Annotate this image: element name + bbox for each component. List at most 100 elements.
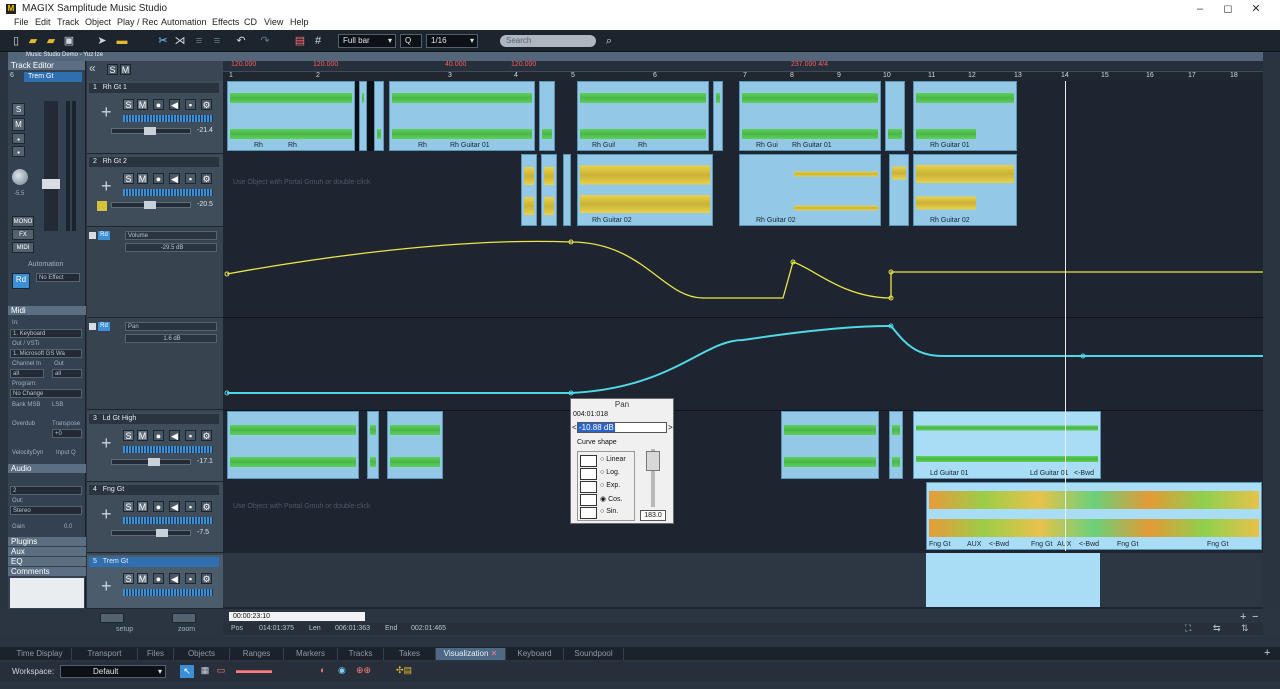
- plugins-section-header[interactable]: Plugins: [8, 537, 86, 546]
- edit-tools-icon[interactable]: ▬▬▬▬: [236, 665, 306, 678]
- tab-files[interactable]: Files: [138, 648, 174, 660]
- track-editor-header[interactable]: Track Editor: [8, 61, 85, 70]
- track-header[interactable]: 3 Ld Gt High: [89, 414, 219, 424]
- menu-view[interactable]: View: [264, 17, 283, 27]
- audio-clip[interactable]: Fng Gt AUX <-Bwd Fng Gt AUX <-Bwd Fng Gt…: [926, 482, 1262, 550]
- volume-slider[interactable]: [111, 529, 191, 537]
- sin-radio[interactable]: ○ Sin.: [600, 508, 618, 515]
- add-lane-icon[interactable]: +: [101, 177, 112, 195]
- lane-checkbox[interactable]: [89, 323, 96, 330]
- lane-value[interactable]: 1.6 dB: [125, 334, 217, 343]
- settings-icon[interactable]: ⚙: [201, 99, 212, 110]
- cos-shape-icon[interactable]: [580, 494, 597, 506]
- tempo-marker[interactable]: 237.000 4/4: [791, 61, 828, 71]
- track-4[interactable]: 4 Fng Gt S M ● ◀ ▪ ⚙ + -7.5: [87, 483, 223, 553]
- volume-fader-track[interactable]: [44, 101, 58, 231]
- grid-view-icon[interactable]: ▦: [198, 665, 212, 678]
- setup-button[interactable]: [100, 613, 124, 623]
- track-name[interactable]: Rh Gt 2: [103, 158, 127, 165]
- audio-clip[interactable]: [387, 411, 443, 479]
- lock-icon[interactable]: ▪: [185, 501, 196, 512]
- menu-file[interactable]: File: [14, 17, 29, 27]
- velocity-dyn-label[interactable]: VelocityDyn: [12, 450, 43, 456]
- comments-box[interactable]: [10, 578, 84, 608]
- menu-track[interactable]: Track: [57, 17, 79, 27]
- volume-automation-lane-header[interactable]: Rd Volume -29.5 dB: [87, 228, 223, 318]
- midi-section-header[interactable]: Midi: [8, 306, 86, 315]
- exp-shape-icon[interactable]: [580, 481, 597, 493]
- audio-clip[interactable]: [541, 154, 557, 226]
- time-display[interactable]: 00:00:23:10: [229, 612, 365, 621]
- global-mute-button[interactable]: M: [120, 64, 131, 75]
- tempo-marker[interactable]: 120.000: [313, 61, 338, 71]
- monitor-button[interactable]: ▪: [12, 146, 25, 157]
- collapse-all-icon[interactable]: «: [89, 61, 105, 77]
- pan-knob[interactable]: [12, 169, 28, 185]
- tab-objects[interactable]: Objects: [174, 648, 230, 660]
- search-icon[interactable]: ⌕: [602, 33, 616, 49]
- tab-tracks[interactable]: Tracks: [338, 648, 384, 660]
- tab-visualization[interactable]: Visualization ✕: [436, 648, 506, 660]
- maximize-button[interactable]: ◻: [1218, 2, 1238, 16]
- sin-shape-icon[interactable]: [580, 507, 597, 519]
- audio-in-select[interactable]: 2: [10, 486, 82, 495]
- menu-object[interactable]: Object: [85, 17, 111, 27]
- pos-value[interactable]: 014:01:375: [259, 625, 294, 632]
- solo-button[interactable]: S: [123, 501, 134, 512]
- record-icon[interactable]: ●: [153, 173, 164, 184]
- volume-slider-knob[interactable]: [144, 201, 156, 209]
- audio-clip[interactable]: [885, 81, 905, 151]
- speaker-icon[interactable]: ◀: [169, 501, 180, 512]
- open-folder-icon[interactable]: ▰: [26, 33, 40, 49]
- add-lane-icon[interactable]: +: [101, 434, 112, 452]
- lock-icon[interactable]: ▪: [185, 173, 196, 184]
- bar-ruler[interactable]: 1 2 3 4 5 6 7 8 9 10 11 12 13 14 15 16 1…: [223, 71, 1263, 81]
- audio-clip[interactable]: Rh Gui! Rh: [577, 81, 709, 151]
- audio-clip[interactable]: Rh Gui Rh Guitar 01: [739, 81, 881, 151]
- audio-clip[interactable]: [781, 411, 879, 479]
- audio-clip[interactable]: Rh Guitar 02: [577, 154, 713, 226]
- lane-value[interactable]: -29.5 dB: [125, 243, 217, 252]
- mute-button[interactable]: M: [137, 501, 148, 512]
- track-5-lane[interactable]: [223, 553, 1263, 607]
- pan-curve[interactable]: [227, 324, 1263, 394]
- lock-icon[interactable]: ▪: [185, 99, 196, 110]
- mute-button[interactable]: M: [137, 173, 148, 184]
- snap-tools-icon[interactable]: ✣▤: [396, 665, 436, 678]
- increment-arrow-icon[interactable]: >: [668, 423, 673, 432]
- linear-radio[interactable]: ○ Linear: [600, 456, 626, 463]
- input-q-label[interactable]: Input Q: [56, 450, 76, 456]
- automation-flag-icon[interactable]: [97, 201, 107, 211]
- audio-clip[interactable]: Rh Guitar 01: [913, 81, 1017, 151]
- log-shape-icon[interactable]: [580, 468, 597, 480]
- selected-range[interactable]: [926, 553, 1100, 607]
- log-radio[interactable]: ○ Log.: [600, 469, 620, 476]
- mute-button[interactable]: M: [137, 430, 148, 441]
- audio-clip[interactable]: [563, 154, 571, 226]
- track-5[interactable]: 5 Trem Gt S M ● ◀ ▪ ⚙ +: [87, 555, 223, 609]
- track-name[interactable]: Fng Gt: [103, 486, 124, 493]
- zoom-in-icon[interactable]: +: [1240, 611, 1246, 623]
- track-2[interactable]: 2 Rh Gt 2 S M ● ◀ ▪ ⚙ + -20.5: [87, 155, 223, 227]
- volume-fader-handle[interactable]: [42, 179, 60, 189]
- record-arm-button[interactable]: ▪: [12, 133, 25, 144]
- record-icon[interactable]: ●: [153, 430, 164, 441]
- fullscreen-icon[interactable]: ⛶: [1185, 623, 1191, 634]
- tempo-marker[interactable]: 120.000: [511, 61, 536, 71]
- settings-icon[interactable]: ⚙: [201, 573, 212, 584]
- exp-radio[interactable]: ○ Exp.: [600, 482, 620, 489]
- lane-read-button[interactable]: Rd: [98, 322, 110, 331]
- solo-button[interactable]: S: [123, 430, 134, 441]
- lock-icon[interactable]: ▪: [185, 573, 196, 584]
- lane-name-select[interactable]: Volume: [125, 231, 217, 240]
- audio-clip[interactable]: Rh Guitar 02: [739, 154, 881, 226]
- speaker-icon[interactable]: ◀: [169, 573, 180, 584]
- audio-clip[interactable]: [367, 411, 379, 479]
- pan-dialog[interactable]: Pan 004:01:018 < -10.88 dB > Curve shape…: [570, 398, 674, 524]
- grid-icon[interactable]: #: [312, 33, 324, 49]
- channel-in-select[interactable]: all: [10, 369, 44, 378]
- speaker-icon[interactable]: ◀: [169, 430, 180, 441]
- solo-button[interactable]: S: [123, 99, 134, 110]
- marker-tool-icon[interactable]: ◐: [320, 665, 334, 678]
- record-icon[interactable]: ●: [153, 573, 164, 584]
